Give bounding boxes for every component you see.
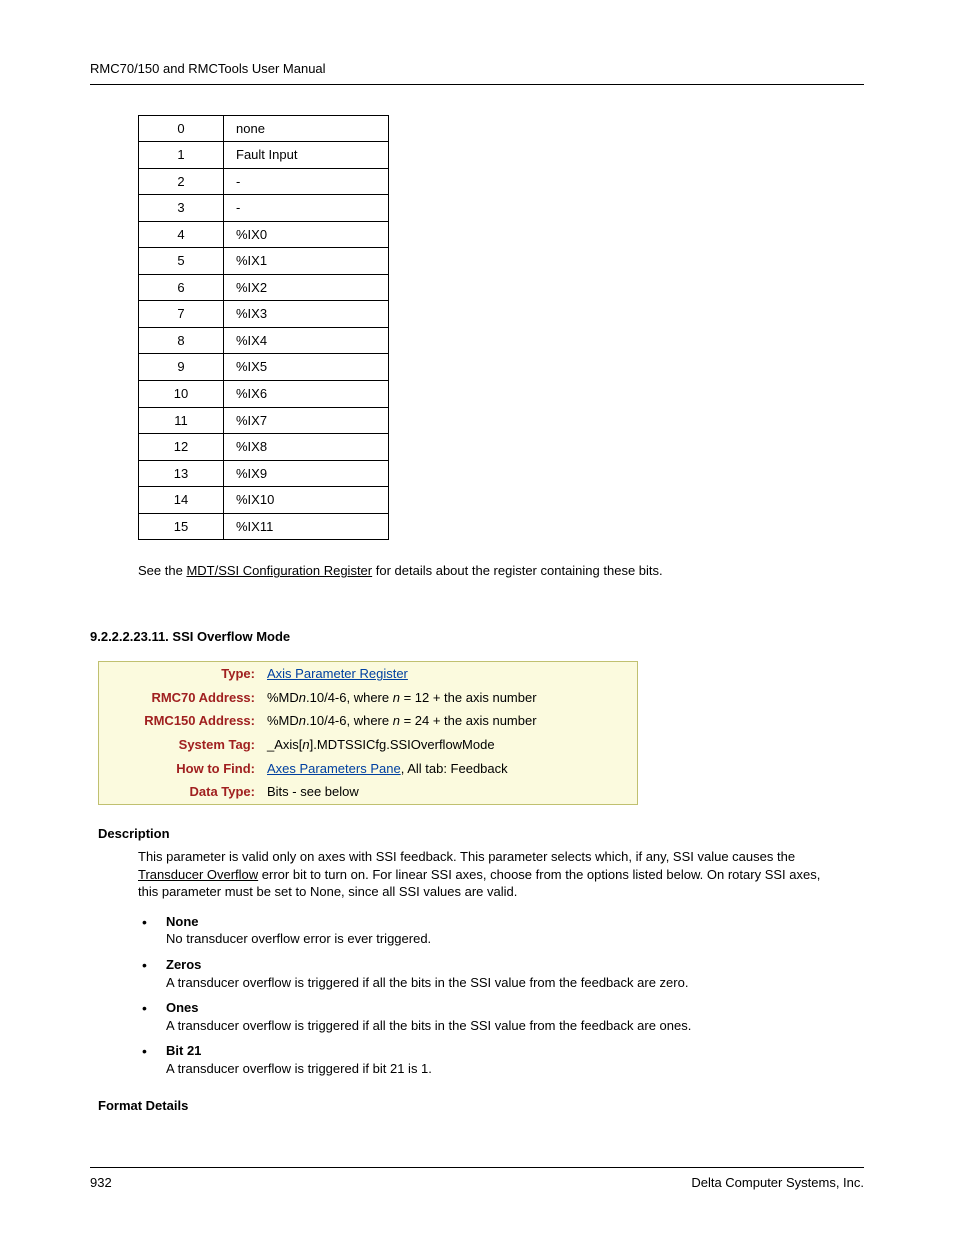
bit-number: 12 (139, 434, 224, 461)
description-heading: Description (98, 825, 864, 843)
header-rule (90, 84, 864, 85)
table-row: 13%IX9 (139, 460, 389, 487)
table-row: 0none (139, 115, 389, 142)
bit-value: Fault Input (224, 142, 389, 169)
transducer-overflow-link[interactable]: Transducer Overflow (138, 867, 258, 882)
bit-number: 14 (139, 487, 224, 514)
info-row-systag: System Tag: _Axis[n].MDTSSICfg.SSIOverfl… (99, 733, 638, 757)
table-row: 8%IX4 (139, 327, 389, 354)
bit-number: 3 (139, 195, 224, 222)
options-list: NoneNo transducer overflow error is ever… (138, 913, 844, 1077)
see-pre: See the (138, 563, 186, 578)
list-item: NoneNo transducer overflow error is ever… (138, 913, 844, 948)
bit-value: %IX0 (224, 221, 389, 248)
table-row: 4%IX0 (139, 221, 389, 248)
see-post: for details about the register containin… (372, 563, 663, 578)
bit-number: 4 (139, 221, 224, 248)
table-row: 15%IX11 (139, 513, 389, 540)
info-row-howfind: How to Find: Axes Parameters Pane, All t… (99, 757, 638, 781)
rmc70-value: %MDn.10/4-6, where n = 12 + the axis num… (261, 686, 638, 710)
table-row: 12%IX8 (139, 434, 389, 461)
axes-parameters-pane-link[interactable]: Axes Parameters Pane (267, 761, 401, 776)
howfind-label: How to Find: (99, 757, 262, 781)
bit-number: 9 (139, 354, 224, 381)
bit-value: %IX2 (224, 274, 389, 301)
rmc150-label: RMC150 Address: (99, 709, 262, 733)
option-body: No transducer overflow error is ever tri… (166, 931, 431, 946)
bit-value: %IX3 (224, 301, 389, 328)
table-row: 11%IX7 (139, 407, 389, 434)
bit-number: 1 (139, 142, 224, 169)
desc-pre: This parameter is valid only on axes wit… (138, 849, 795, 864)
rmc70-label: RMC70 Address: (99, 686, 262, 710)
table-row: 6%IX2 (139, 274, 389, 301)
option-title: Ones (166, 999, 844, 1017)
page-number: 932 (90, 1174, 112, 1192)
type-label: Type: (99, 662, 262, 686)
list-item: OnesA transducer overflow is triggered i… (138, 999, 844, 1034)
bit-number: 15 (139, 513, 224, 540)
table-row: 5%IX1 (139, 248, 389, 275)
option-title: None (166, 913, 844, 931)
bit-value: %IX4 (224, 327, 389, 354)
systag-value: _Axis[n].MDTSSICfg.SSIOverflowMode (261, 733, 638, 757)
systag-label: System Tag: (99, 733, 262, 757)
table-row: 14%IX10 (139, 487, 389, 514)
option-body: A transducer overflow is triggered if al… (166, 975, 688, 990)
datatype-value: Bits - see below (261, 780, 638, 804)
bit-number: 6 (139, 274, 224, 301)
bit-value: - (224, 195, 389, 222)
list-item: Bit 21A transducer overflow is triggered… (138, 1042, 844, 1077)
bit-number: 11 (139, 407, 224, 434)
datatype-label: Data Type: (99, 780, 262, 804)
bit-value: %IX1 (224, 248, 389, 275)
bits-table: 0none1Fault Input2-3-4%IX05%IX16%IX27%IX… (138, 115, 389, 541)
info-row-datatype: Data Type: Bits - see below (99, 780, 638, 804)
info-row-type: Type: Axis Parameter Register (99, 662, 638, 686)
table-row: 1Fault Input (139, 142, 389, 169)
bit-number: 10 (139, 381, 224, 408)
page-footer: 932 Delta Computer Systems, Inc. (90, 1167, 864, 1192)
bit-value: %IX6 (224, 381, 389, 408)
info-table: Type: Axis Parameter Register RMC70 Addr… (98, 661, 638, 804)
bit-value: %IX11 (224, 513, 389, 540)
mdt-ssi-link[interactable]: MDT/SSI Configuration Register (186, 563, 372, 578)
table-row: 7%IX3 (139, 301, 389, 328)
page-header: RMC70/150 and RMCTools User Manual (90, 60, 864, 78)
bit-value: none (224, 115, 389, 142)
bit-number: 7 (139, 301, 224, 328)
bit-number: 0 (139, 115, 224, 142)
bit-number: 5 (139, 248, 224, 275)
table-row: 2- (139, 168, 389, 195)
bit-number: 2 (139, 168, 224, 195)
option-title: Bit 21 (166, 1042, 844, 1060)
option-title: Zeros (166, 956, 844, 974)
axis-parameter-register-link[interactable]: Axis Parameter Register (267, 666, 408, 681)
bit-value: %IX9 (224, 460, 389, 487)
see-paragraph: See the MDT/SSI Configuration Register f… (138, 562, 864, 580)
description-paragraph: This parameter is valid only on axes wit… (138, 848, 844, 901)
table-row: 9%IX5 (139, 354, 389, 381)
bit-number: 8 (139, 327, 224, 354)
format-details-heading: Format Details (98, 1097, 864, 1115)
howfind-value: Axes Parameters Pane, All tab: Feedback (261, 757, 638, 781)
info-row-rmc150: RMC150 Address: %MDn.10/4-6, where n = 2… (99, 709, 638, 733)
company-name: Delta Computer Systems, Inc. (691, 1174, 864, 1192)
table-row: 10%IX6 (139, 381, 389, 408)
table-row: 3- (139, 195, 389, 222)
section-heading: 9.2.2.2.23.11. SSI Overflow Mode (90, 628, 864, 646)
option-body: A transducer overflow is triggered if al… (166, 1018, 691, 1033)
bit-value: %IX8 (224, 434, 389, 461)
list-item: ZerosA transducer overflow is triggered … (138, 956, 844, 991)
info-row-rmc70: RMC70 Address: %MDn.10/4-6, where n = 12… (99, 686, 638, 710)
bit-value: %IX5 (224, 354, 389, 381)
bit-value: %IX7 (224, 407, 389, 434)
bit-value: %IX10 (224, 487, 389, 514)
option-body: A transducer overflow is triggered if bi… (166, 1061, 432, 1076)
rmc150-value: %MDn.10/4-6, where n = 24 + the axis num… (261, 709, 638, 733)
bit-value: - (224, 168, 389, 195)
bit-number: 13 (139, 460, 224, 487)
